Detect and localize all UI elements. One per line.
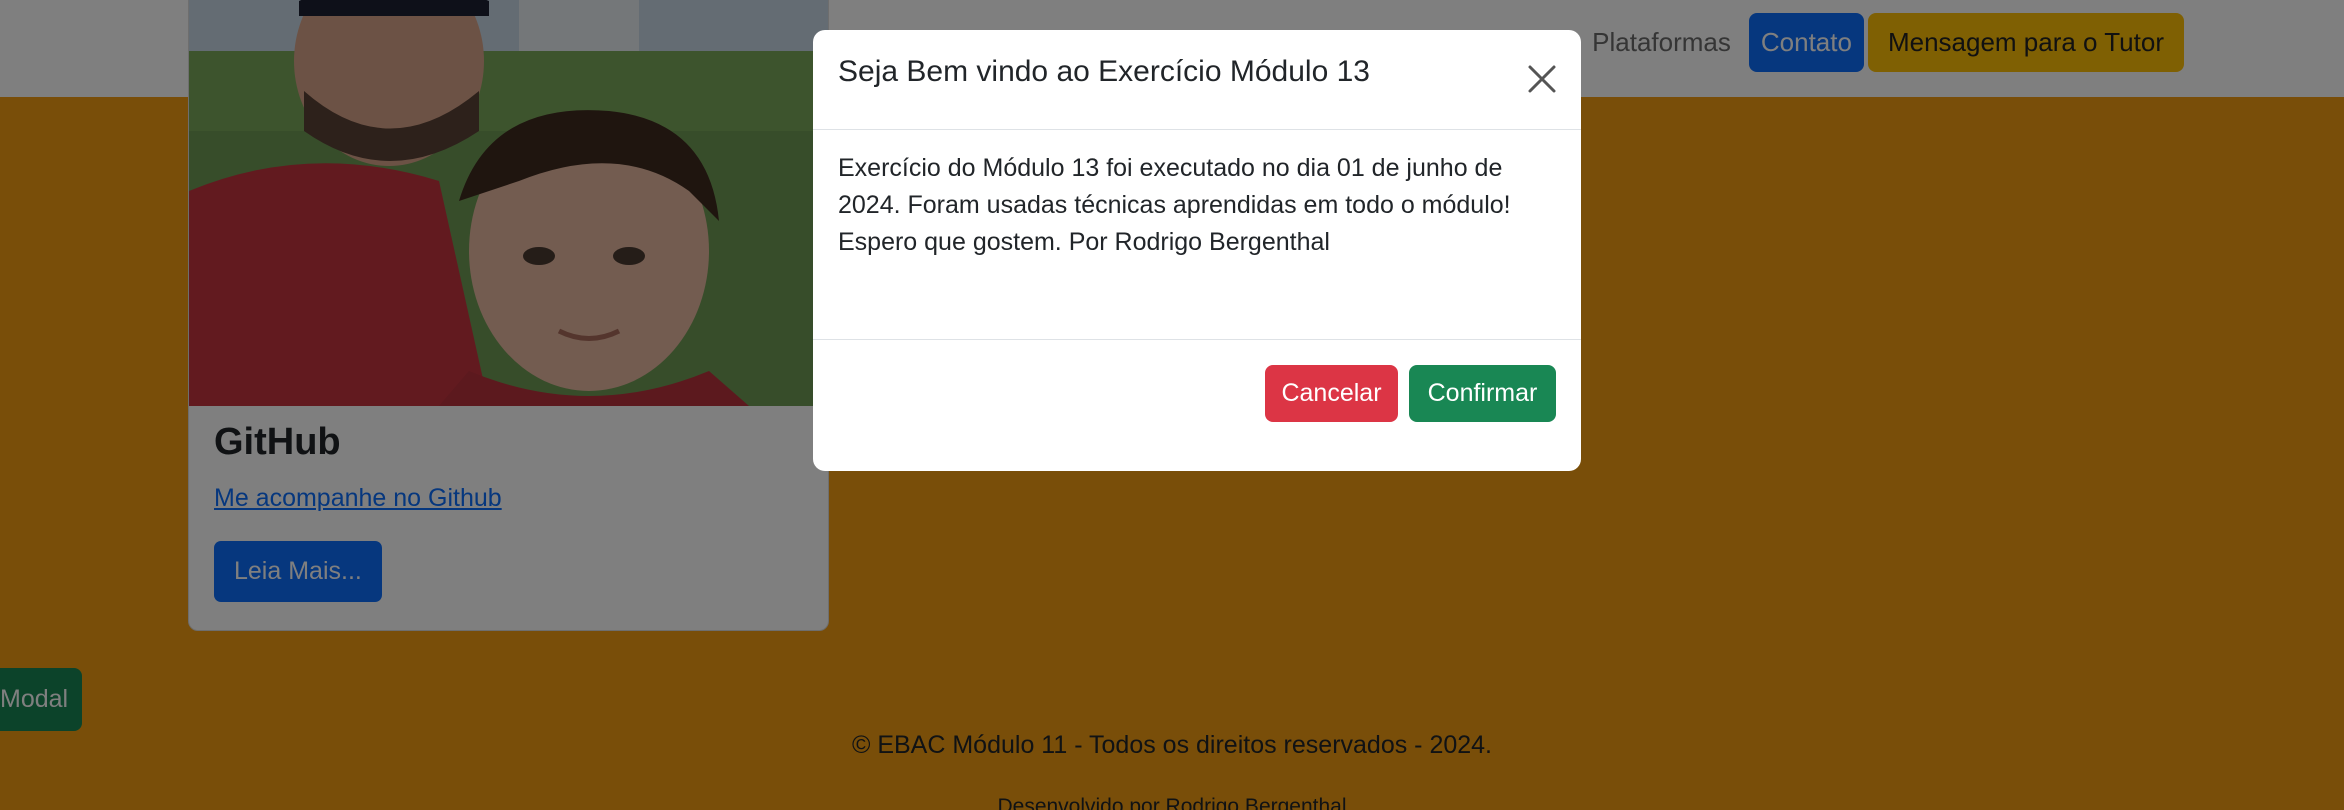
cancel-button[interactable]: Cancelar [1265, 365, 1398, 422]
modal-header: Seja Bem vindo ao Exercício Módulo 13 [813, 30, 1581, 130]
close-icon[interactable] [1525, 62, 1559, 96]
confirm-button[interactable]: Confirmar [1409, 365, 1556, 422]
welcome-modal: Seja Bem vindo ao Exercício Módulo 13 Ex… [813, 30, 1581, 471]
modal-body-text: Exercício do Módulo 13 foi executado no … [838, 154, 1511, 256]
modal-footer: Cancelar Confirmar [813, 339, 1581, 471]
modal-title: Seja Bem vindo ao Exercício Módulo 13 [838, 55, 1370, 88]
